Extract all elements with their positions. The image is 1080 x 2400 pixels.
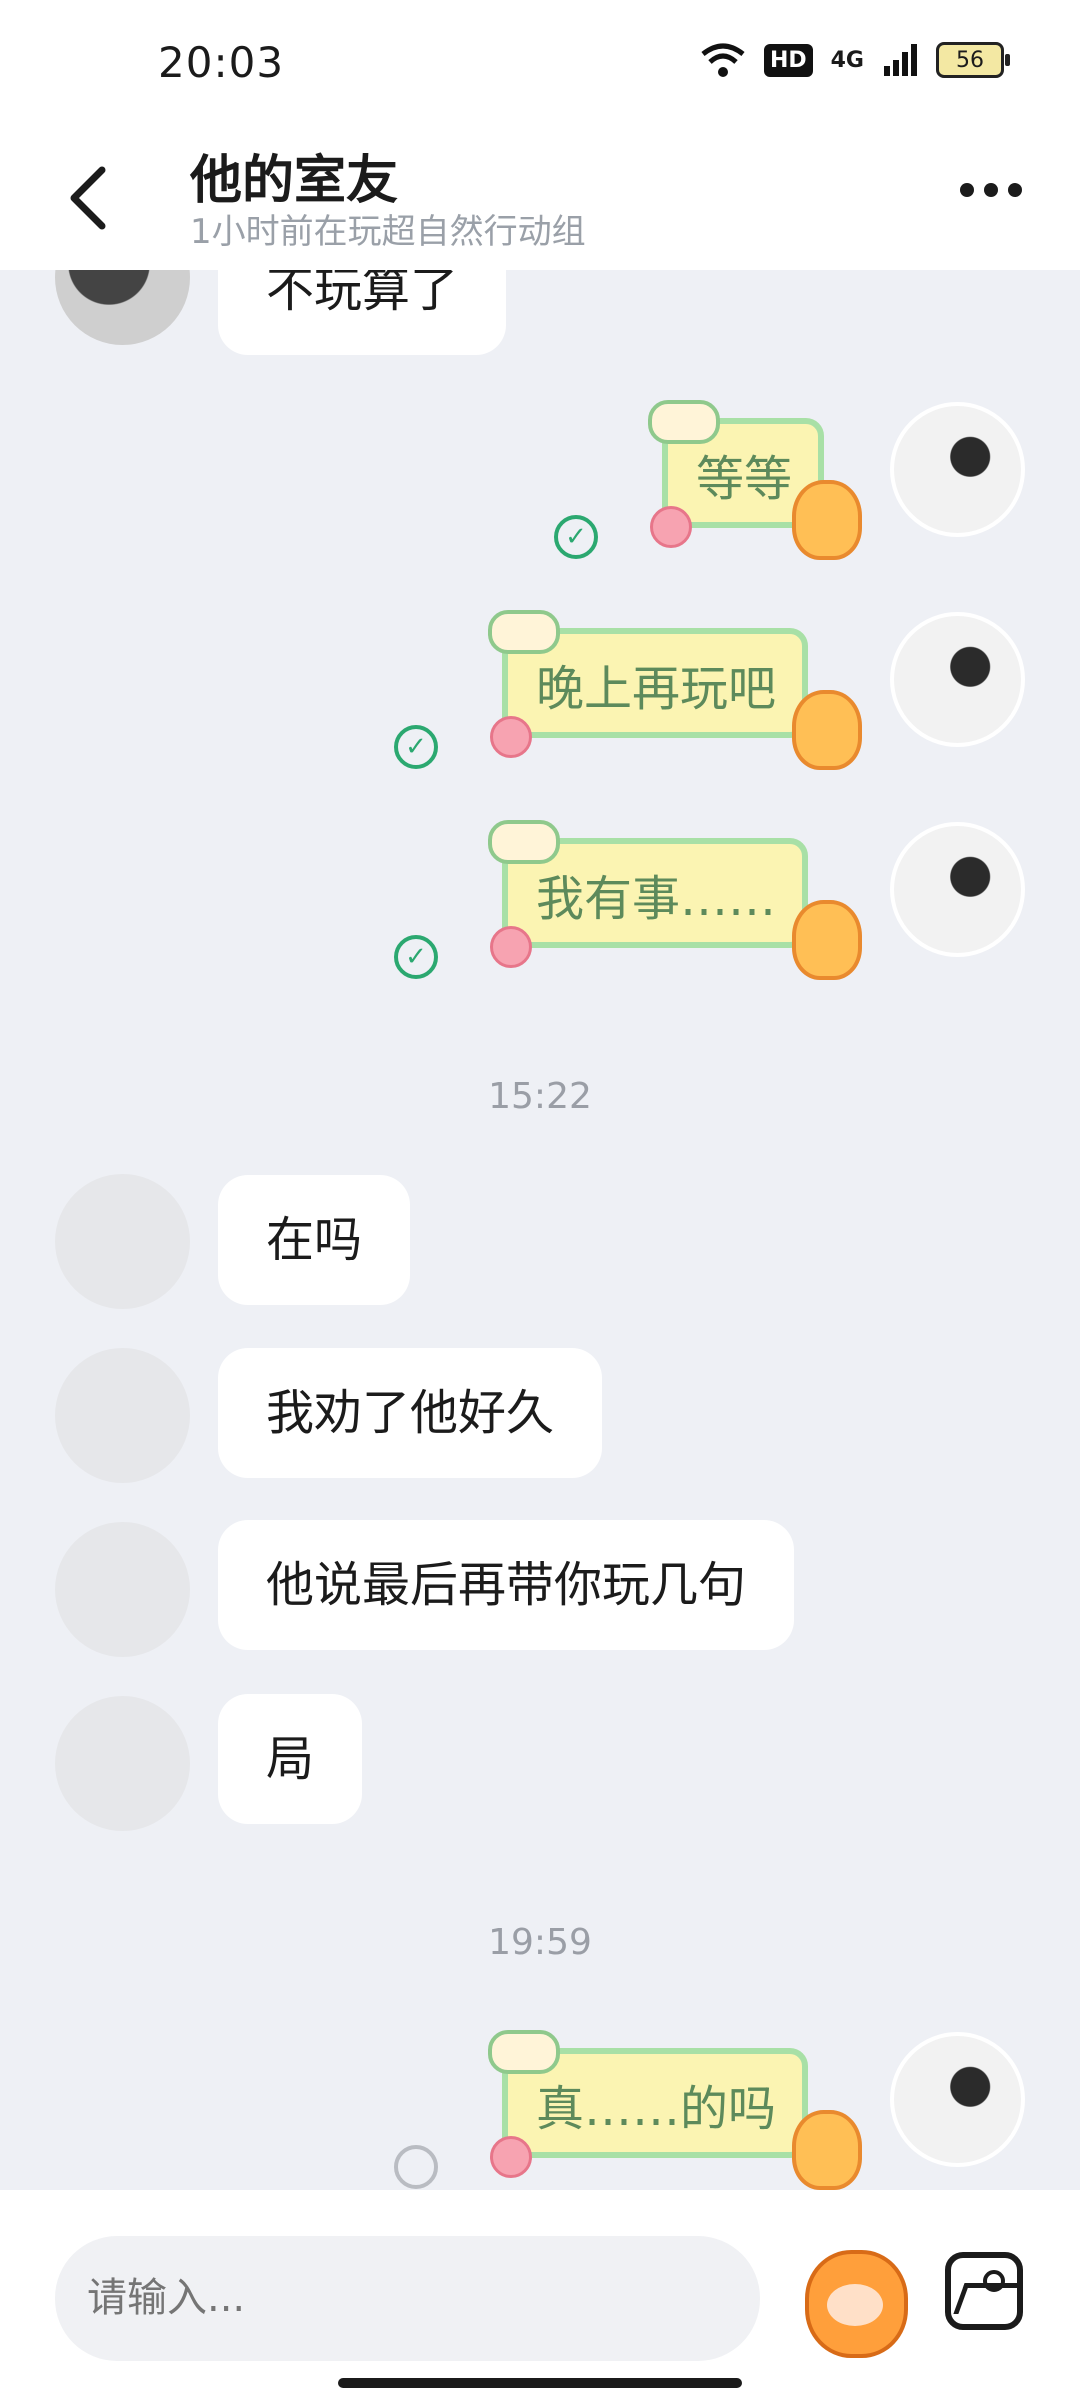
contact-avatar[interactable]	[55, 1348, 190, 1483]
status-icons: HD 4G 56	[700, 42, 1010, 78]
timestamp: 15:22	[488, 1076, 592, 1117]
chat-status-subtitle: 1小时前在玩超自然行动组	[190, 212, 586, 252]
cat-sticker-icon	[488, 820, 560, 864]
read-check-icon: ✓	[394, 725, 438, 769]
status-time: 20:03	[158, 38, 285, 87]
flower-sticker-icon	[650, 506, 692, 548]
chat-header: 他的室友 1小时前在玩超自然行动组	[0, 130, 1080, 270]
flower-sticker-icon	[490, 716, 532, 758]
wifi-icon	[701, 43, 745, 77]
message-input[interactable]	[55, 2236, 760, 2361]
contact-avatar[interactable]	[55, 1696, 190, 1831]
timestamp: 19:59	[488, 1922, 592, 1963]
network-4g-label: 4G	[830, 47, 864, 73]
my-avatar[interactable]	[890, 822, 1025, 957]
my-avatar[interactable]	[890, 612, 1025, 747]
cat-sticker-icon	[648, 400, 720, 444]
hd-badge: HD	[763, 43, 813, 77]
contact-avatar[interactable]	[55, 1522, 190, 1657]
my-avatar[interactable]	[890, 2032, 1025, 2167]
signal-icon	[884, 44, 917, 76]
contact-avatar[interactable]	[55, 1174, 190, 1309]
chat-title[interactable]: 他的室友	[190, 138, 398, 213]
home-indicator[interactable]	[338, 2378, 742, 2388]
character-sticker-icon	[792, 480, 862, 560]
received-message[interactable]: 他说最后再带你玩几句	[218, 1520, 795, 1650]
cat-sticker-icon	[488, 610, 560, 654]
character-sticker-icon	[792, 2110, 862, 2190]
cat-sticker-icon	[488, 2030, 560, 2074]
battery-level: 56	[956, 47, 984, 73]
flower-sticker-icon	[490, 2136, 532, 2178]
contact-avatar[interactable]	[55, 270, 190, 345]
received-message[interactable]: 在吗	[218, 1175, 411, 1305]
mascot-sticker-icon[interactable]	[805, 2250, 908, 2358]
more-icon[interactable]	[960, 170, 1030, 210]
back-icon[interactable]	[60, 158, 120, 238]
read-check-icon: ✓	[554, 515, 598, 559]
battery-icon: 56	[936, 42, 1010, 78]
input-bar	[0, 2190, 1080, 2400]
received-message[interactable]: 我劝了他好久	[218, 1348, 603, 1478]
my-avatar[interactable]	[890, 402, 1025, 537]
character-sticker-icon	[792, 900, 862, 980]
received-message[interactable]: 不玩算了	[218, 270, 507, 355]
image-icon[interactable]	[945, 2252, 1023, 2330]
status-bar: 20:03 HD 4G 56	[0, 0, 1080, 130]
character-sticker-icon	[792, 690, 862, 770]
pending-status-icon	[394, 2145, 438, 2189]
received-message[interactable]: 局	[218, 1694, 363, 1824]
read-check-icon: ✓	[394, 935, 438, 979]
flower-sticker-icon	[490, 926, 532, 968]
message-list[interactable]: 不玩算了 等等 ✓ 晚上再玩吧 ✓ 我有事…… ✓ 15:22 在吗 我劝了他好…	[0, 270, 1080, 2190]
